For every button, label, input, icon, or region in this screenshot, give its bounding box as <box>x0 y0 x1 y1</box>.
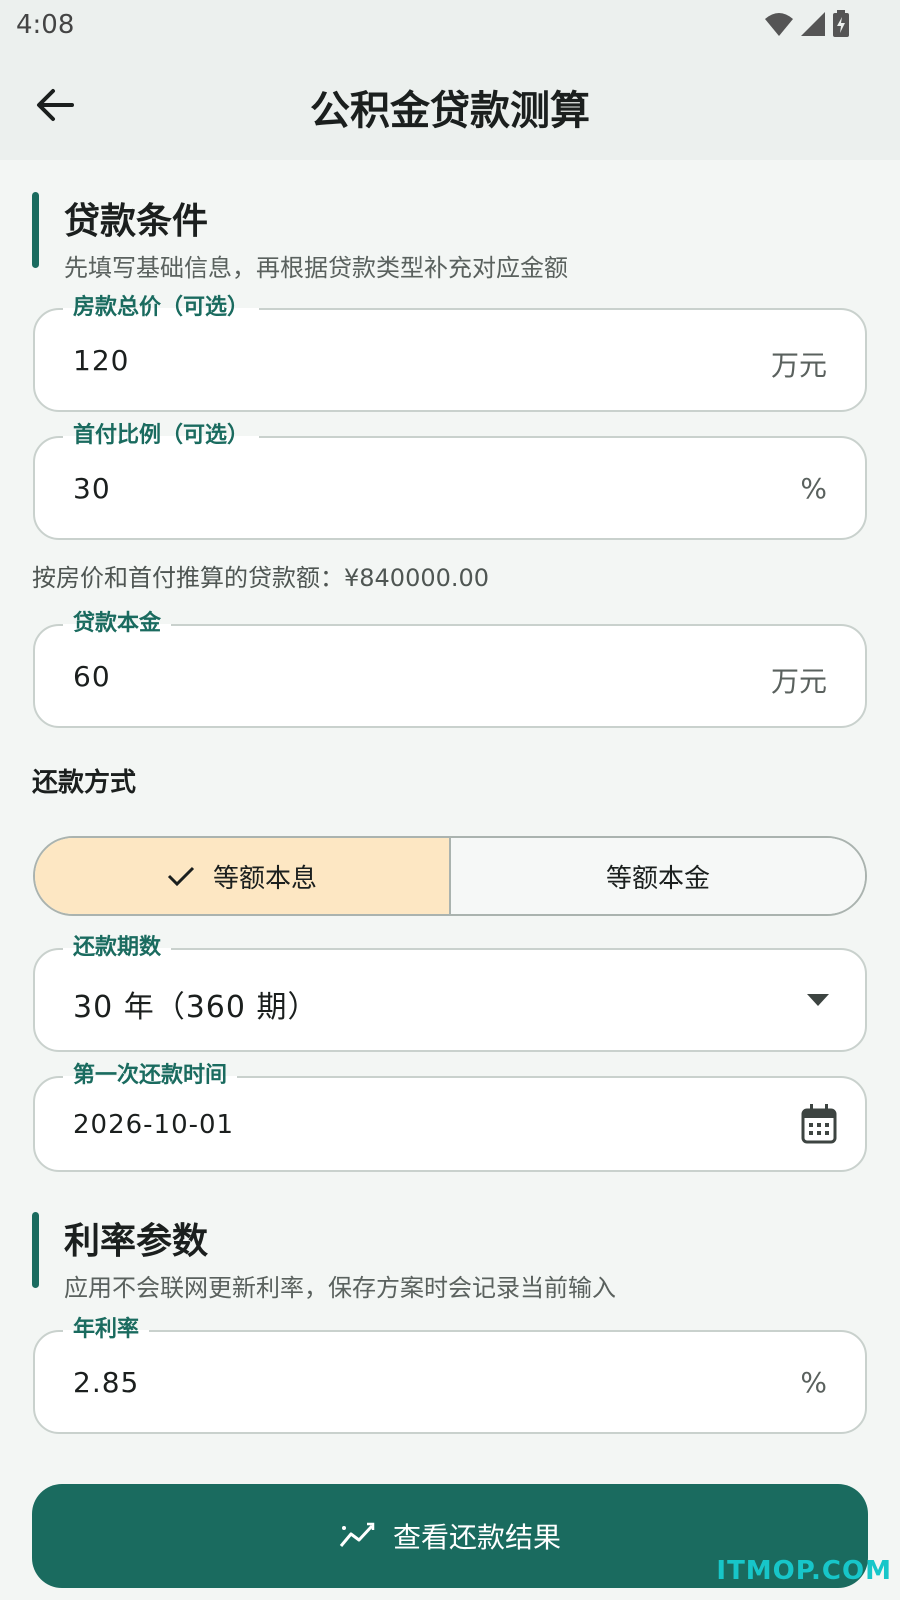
wifi-icon <box>765 13 793 36</box>
repayment-method-label: 还款方式 <box>32 768 137 798</box>
term-label: 还款期数 <box>63 934 172 962</box>
first-date-value: 2026-10-01 <box>73 1110 235 1140</box>
status-time: 4:08 <box>16 10 75 40</box>
annual-rate-label: 年利率 <box>63 1316 150 1344</box>
house-price-value[interactable]: 120 <box>73 344 129 377</box>
view-results-label: 查看还款结果 <box>392 1521 561 1554</box>
loan-principal-value[interactable]: 60 <box>73 660 111 693</box>
section-title: 贷款条件 <box>64 201 209 242</box>
check-icon <box>167 866 195 887</box>
repayment-method-toggle: 等额本息 等额本金 <box>33 836 867 916</box>
down-payment-field[interactable]: 首付比例（可选） 30 % <box>33 422 867 540</box>
down-payment-value[interactable]: 30 <box>73 472 111 505</box>
house-price-suffix: 万元 <box>770 349 827 382</box>
annual-rate-field[interactable]: 年利率 2.85 % <box>33 1316 867 1434</box>
status-bar: 4:08 <box>0 0 900 50</box>
section-subtitle: 先填写基础信息，再根据贷款类型补充对应金额 <box>64 254 568 282</box>
segment-label: 等额本息 <box>212 863 317 894</box>
page-title: 公积金贷款测算 <box>310 88 590 134</box>
down-payment-label: 首付比例（可选） <box>63 422 260 450</box>
section-accent-bar <box>32 1212 39 1288</box>
loan-principal-suffix: 万元 <box>770 665 827 698</box>
rate-section-header: 利率参数 应用不会联网更新利率，保存方案时会记录当前输入 <box>32 1212 872 1302</box>
loan-principal-field[interactable]: 贷款本金 60 万元 <box>33 610 867 728</box>
first-date-label: 第一次还款时间 <box>63 1062 238 1090</box>
annual-rate-value[interactable]: 2.85 <box>73 1366 139 1399</box>
loan-principal-label: 贷款本金 <box>63 610 172 638</box>
house-price-label: 房款总价（可选） <box>63 294 260 322</box>
dropdown-arrow-icon <box>807 994 829 1006</box>
section-title: 利率参数 <box>64 1221 209 1262</box>
segment-equal-principal[interactable]: 等额本金 <box>451 838 865 914</box>
estimated-loan-text: 按房价和首付推算的贷款额：¥840000.00 <box>32 564 490 592</box>
loan-section-header: 贷款条件 先填写基础信息，再根据贷款类型补充对应金额 <box>32 192 872 282</box>
segment-label: 等额本金 <box>605 863 710 894</box>
signal-icon <box>801 12 825 36</box>
term-value: 30 年（360 期） <box>73 990 319 1025</box>
section-subtitle: 应用不会联网更新利率，保存方案时会记录当前输入 <box>64 1274 616 1302</box>
watermark: ITMOP.COM <box>716 1556 892 1586</box>
trending-icon <box>339 1522 375 1547</box>
segment-equal-installment[interactable]: 等额本息 <box>35 838 451 914</box>
house-price-field[interactable]: 房款总价（可选） 120 万元 <box>33 294 867 412</box>
term-dropdown[interactable]: 还款期数 30 年（360 期） <box>33 934 867 1052</box>
section-accent-bar <box>32 192 39 268</box>
battery-icon <box>833 10 849 37</box>
annual-rate-suffix: % <box>800 1366 827 1399</box>
calendar-icon[interactable] <box>801 1104 837 1144</box>
app-bar: 公积金贷款测算 <box>0 50 900 160</box>
first-repayment-date-field[interactable]: 第一次还款时间 2026-10-01 <box>33 1062 867 1172</box>
status-icons <box>764 10 850 38</box>
down-payment-suffix: % <box>800 472 827 505</box>
